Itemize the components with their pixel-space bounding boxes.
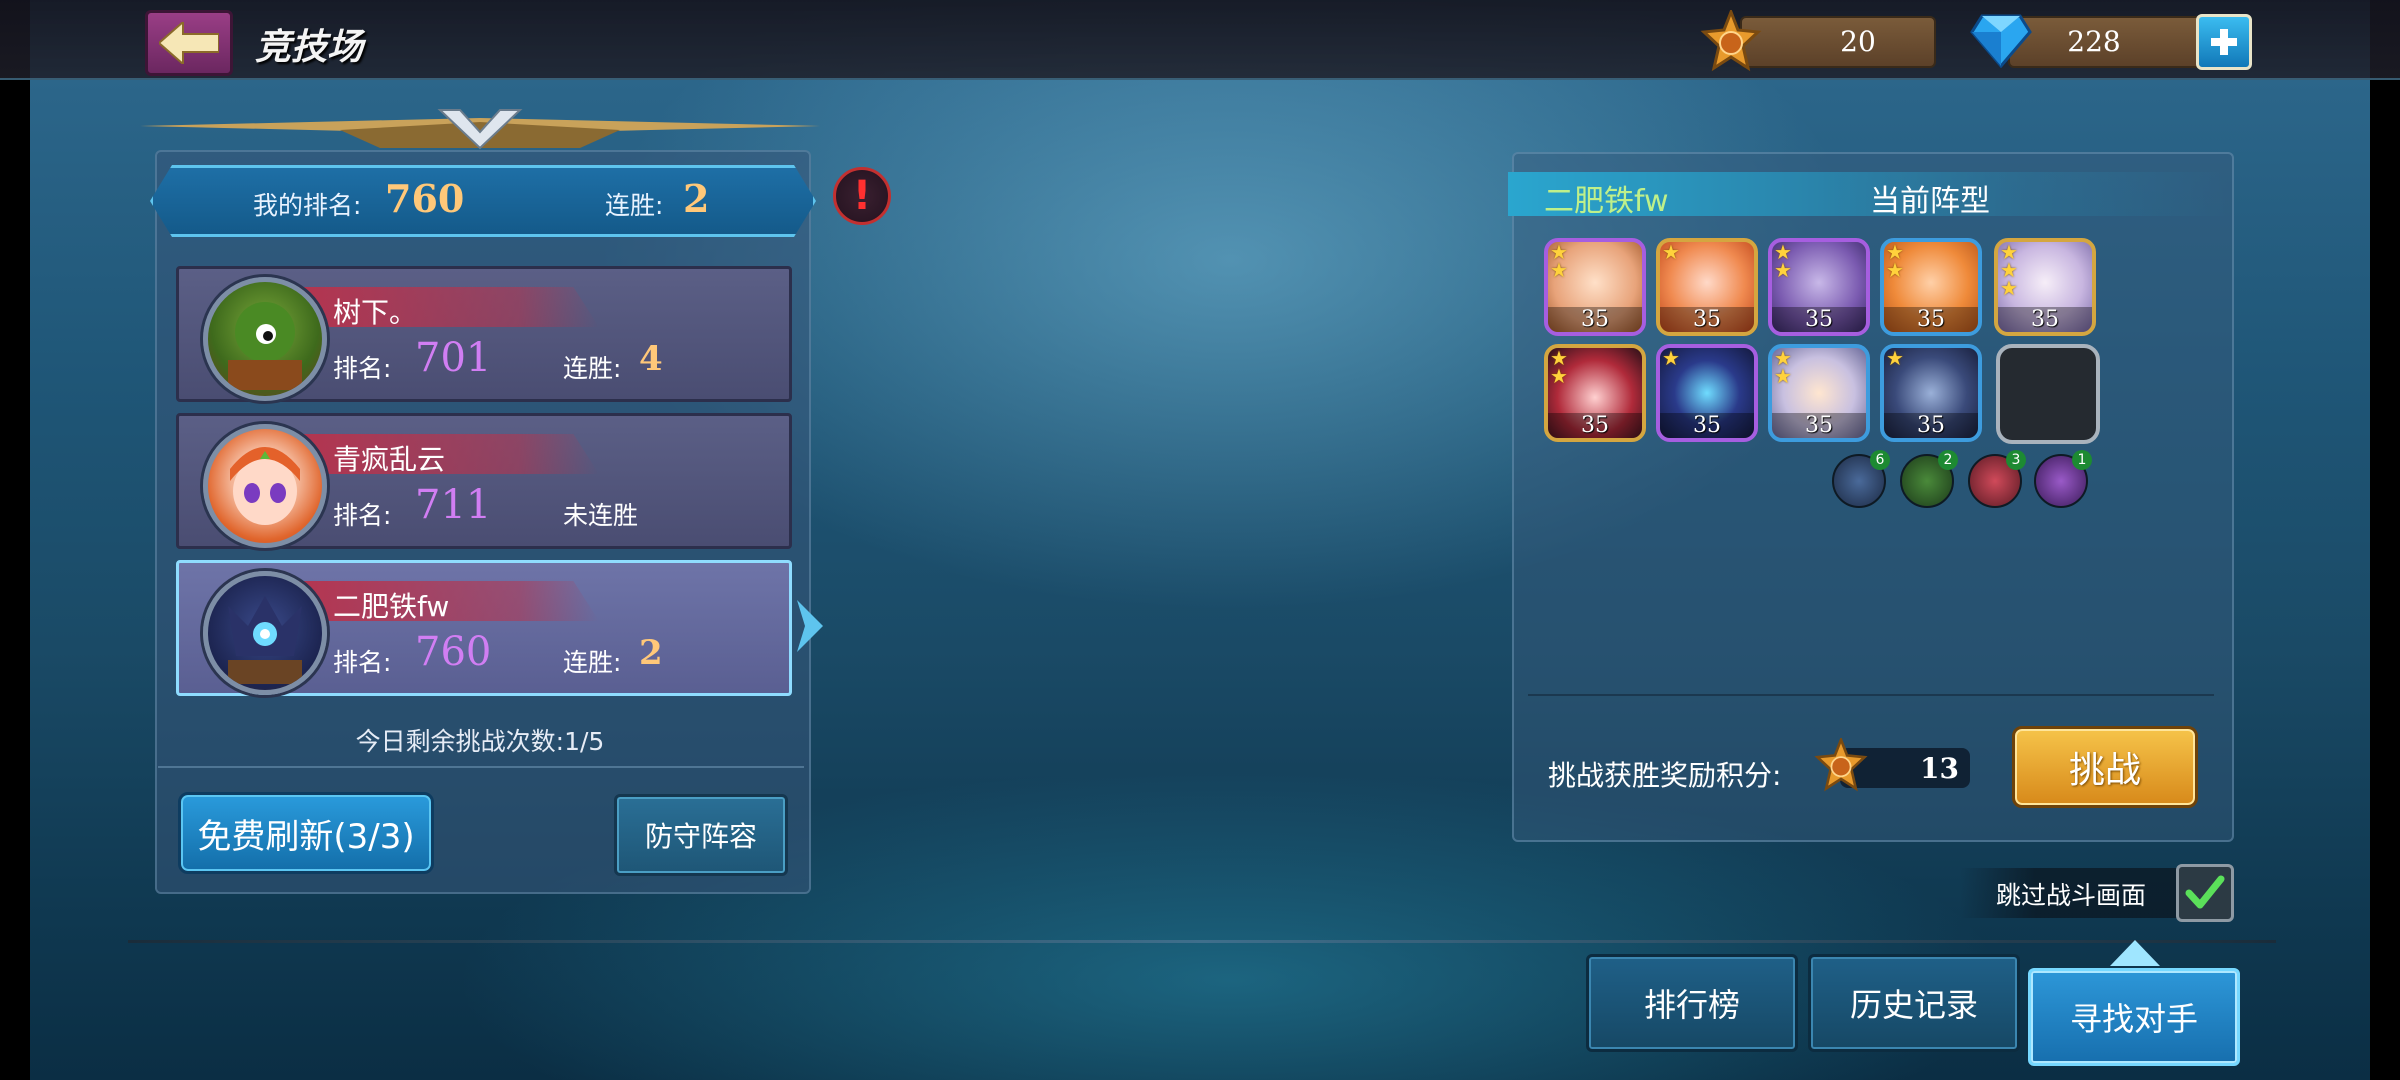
hero-portrait[interactable]: ★ 35 bbox=[1656, 238, 1758, 336]
hero-portrait[interactable]: ★ ★ ★ 35 bbox=[1994, 238, 2096, 336]
medal-count: 20 bbox=[1840, 25, 1876, 58]
faction-count: 1 bbox=[2072, 450, 2092, 470]
star-icon: ★ bbox=[1662, 346, 1680, 370]
opponent-card-1[interactable]: 树下。 排名: 701 连胜: 4 bbox=[176, 266, 792, 402]
medal-counter: 20 bbox=[1740, 16, 1936, 68]
gem-icon bbox=[1970, 14, 2032, 69]
opponent-card-2[interactable]: 青疯乱云 排名: 711 未连胜 bbox=[176, 413, 792, 549]
star-icon: ★ bbox=[1774, 364, 1792, 388]
star-icon: ★ bbox=[1886, 258, 1904, 282]
opponent-streak-label: 未连胜 bbox=[563, 501, 639, 530]
plus-icon bbox=[2211, 29, 2237, 55]
hero-level: 35 bbox=[1660, 307, 1754, 332]
bow-faction-icon: 2 bbox=[1900, 450, 1958, 508]
page-title: 竞技场 bbox=[255, 27, 364, 68]
opponent-name: 树下。 bbox=[333, 296, 418, 329]
reward-value: 13 bbox=[1920, 752, 1959, 785]
opponent-rank-label: 排名: bbox=[333, 501, 392, 530]
alert-icon[interactable]: ! bbox=[833, 167, 891, 225]
panel-divider bbox=[158, 766, 804, 768]
hero-level: 35 bbox=[1660, 413, 1754, 438]
opponent-streak: 4 bbox=[639, 339, 663, 379]
hero-portrait[interactable]: ★ ★ 35 bbox=[1544, 238, 1646, 336]
opponent-rank: 760 bbox=[415, 629, 492, 675]
hero-level: 35 bbox=[1772, 307, 1866, 332]
opponent-rank-label: 排名: bbox=[333, 648, 392, 677]
hero-portrait[interactable]: ★ ★ 35 bbox=[1768, 344, 1870, 442]
my-streak-label: 连胜: bbox=[605, 191, 664, 220]
hero-portrait[interactable]: ★ ★ 35 bbox=[1880, 238, 1982, 336]
add-gems-button[interactable] bbox=[2196, 14, 2252, 70]
hero-portrait[interactable]: ★ ★ 35 bbox=[1768, 238, 1870, 336]
formation-label: 当前阵型 bbox=[1870, 184, 1990, 219]
my-rank-bar: 我的排名: 760 连胜: 2 bbox=[150, 165, 816, 237]
checkmark-icon bbox=[2185, 875, 2225, 909]
hero-portrait[interactable]: ★ 35 bbox=[1880, 344, 1982, 442]
medal-icon bbox=[1700, 7, 1762, 72]
hero-level: 35 bbox=[1884, 307, 1978, 332]
skip-battle-checkbox[interactable] bbox=[2176, 864, 2234, 922]
avatar bbox=[203, 424, 327, 548]
skip-battle-label: 跳过战斗画面 bbox=[1996, 881, 2147, 910]
opponent-name: 二肥铁fw bbox=[333, 590, 450, 623]
reward-label: 挑战获胜奖励积分: bbox=[1548, 759, 1782, 792]
opponent-streak-label: 连胜: bbox=[563, 354, 622, 383]
defense-lineup-button[interactable]: 防守阵容 bbox=[614, 794, 788, 876]
faction-count: 2 bbox=[1938, 450, 1958, 470]
star-icon: ★ bbox=[2000, 276, 2018, 300]
hero-level: 35 bbox=[1884, 413, 1978, 438]
right-letterbox bbox=[2370, 0, 2400, 1080]
star-icon: ★ bbox=[1550, 364, 1568, 388]
bottom-divider-line bbox=[128, 940, 2276, 943]
my-rank-value: 760 bbox=[385, 176, 465, 221]
free-refresh-button[interactable]: 免费刷新(3/3) bbox=[178, 792, 434, 874]
opponent-card-3-selected[interactable]: 二肥铁fw 排名: 760 连胜: 2 bbox=[176, 560, 792, 696]
avatar bbox=[203, 571, 327, 695]
opponent-streak: 2 bbox=[639, 633, 663, 673]
find-opponent-button[interactable]: 寻找对手 bbox=[2028, 968, 2240, 1066]
demon-faction-icon: 1 bbox=[2034, 450, 2092, 508]
remaining-challenges: 今日剩余挑战次数:1/5 bbox=[355, 727, 605, 756]
pointer-arrow-icon bbox=[2110, 940, 2160, 966]
faction-count: 3 bbox=[2006, 450, 2026, 470]
selection-arrow-icon bbox=[797, 600, 823, 652]
star-icon: ★ bbox=[1662, 240, 1680, 264]
my-rank-label: 我的排名: bbox=[253, 191, 362, 220]
left-letterbox bbox=[0, 0, 30, 1080]
avatar bbox=[203, 277, 327, 401]
opponent-streak-label: 连胜: bbox=[563, 648, 622, 677]
formation-player-name: 二肥铁fw bbox=[1544, 184, 1669, 219]
opponent-rank: 701 bbox=[415, 335, 492, 381]
hero-level: 35 bbox=[1548, 307, 1642, 332]
hero-portrait[interactable]: ★ ★ 35 bbox=[1544, 344, 1646, 442]
opponent-rank: 711 bbox=[415, 482, 492, 528]
hero-portrait[interactable]: ★ 35 bbox=[1656, 344, 1758, 442]
back-button[interactable] bbox=[145, 10, 233, 76]
empty-hero-slot[interactable] bbox=[1996, 344, 2100, 444]
leaderboard-button[interactable]: 排行榜 bbox=[1586, 954, 1798, 1052]
formation-divider bbox=[1528, 694, 2214, 696]
hero-level: 35 bbox=[1772, 413, 1866, 438]
name-ribbon bbox=[279, 287, 599, 327]
arena-crest-decoration bbox=[140, 109, 820, 150]
medal-icon bbox=[1814, 736, 1868, 792]
back-arrow-icon bbox=[159, 22, 219, 64]
opponent-name: 青疯乱云 bbox=[333, 443, 446, 476]
star-icon: ★ bbox=[1774, 258, 1792, 282]
star-icon: ★ bbox=[1550, 258, 1568, 282]
my-streak-value: 2 bbox=[683, 176, 710, 221]
sword-faction-icon: 6 bbox=[1832, 450, 1890, 508]
gem-counter: 228 bbox=[2008, 16, 2204, 68]
challenge-button[interactable]: 挑战 bbox=[2012, 726, 2198, 808]
faction-count: 6 bbox=[1870, 450, 1890, 470]
hero-level: 35 bbox=[1548, 413, 1642, 438]
history-button[interactable]: 历史记录 bbox=[1808, 954, 2020, 1052]
hero-level: 35 bbox=[1998, 307, 2092, 332]
paw-faction-icon: 3 bbox=[1968, 450, 2026, 508]
star-icon: ★ bbox=[1886, 346, 1904, 370]
opponent-rank-label: 排名: bbox=[333, 354, 392, 383]
